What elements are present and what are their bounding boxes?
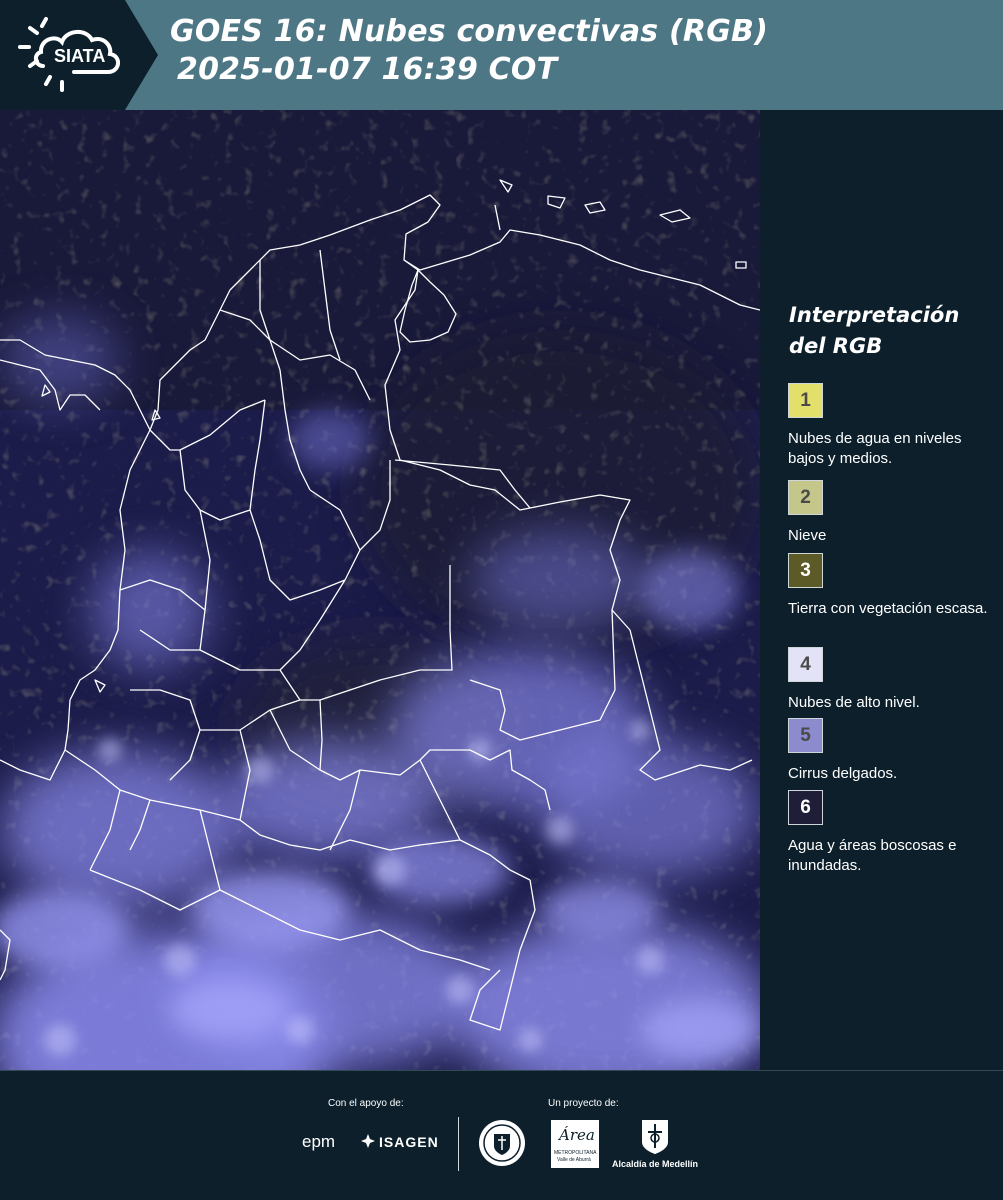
legend-title: Interpretación del RGB — [789, 300, 989, 362]
footer-divider — [458, 1117, 459, 1171]
legend-swatch: 4 — [788, 647, 823, 682]
header-bar: SIATA GOES 16: Nubes convectivas (RGB) 2… — [0, 0, 1003, 110]
area-metropolitana-sub1-text: METROPOLITANA — [554, 1150, 597, 1156]
medellin-seal-logo — [477, 1118, 527, 1168]
legend-item: 5 Cirrus delgados. — [788, 718, 998, 784]
legend-item: 2 Nieve — [788, 480, 998, 546]
legend-title-line1: Interpretación — [789, 303, 960, 327]
legend-label: Tierra con vegetación escasa. — [788, 600, 988, 617]
legend-swatch: 5 — [788, 718, 823, 753]
isagen-logo-icon — [360, 1133, 376, 1149]
project-label: Un proyecto de: — [548, 1098, 619, 1109]
legend-swatch: 2 — [788, 480, 823, 515]
legend-item: 4 Nubes de alto nivel. — [788, 647, 998, 713]
legend-label: Cirrus delgados. — [788, 765, 898, 782]
legend-panel: Interpretación del RGB 1 Nubes de agua e… — [770, 110, 1003, 1070]
legend-swatch: 1 — [788, 383, 823, 418]
area-metropolitana-main-text: Área — [559, 1126, 595, 1144]
legend-label: Nieve — [788, 527, 827, 544]
epm-logo: epm — [302, 1132, 336, 1151]
legend-item: 6 Agua y áreas boscosas e inundadas. — [788, 790, 998, 876]
footer: Con el apoyo de: Un proyecto de: epm ISA… — [0, 1070, 1003, 1200]
page: SIATA GOES 16: Nubes convectivas (RGB) 2… — [0, 0, 1003, 1200]
alcaldia-shield-icon — [640, 1118, 670, 1156]
satellite-map[interactable] — [0, 110, 760, 1070]
siata-logo-text: SIATA — [54, 46, 105, 66]
legend-item: 1 Nubes de agua en niveles bajos y medio… — [788, 383, 998, 469]
support-label: Con el apoyo de: — [328, 1098, 404, 1109]
area-metropolitana-sub2-text: Valle de Aburrá — [557, 1157, 591, 1163]
legend-swatch: 6 — [788, 790, 823, 825]
page-timestamp: 2025-01-07 16:39 COT — [177, 52, 558, 87]
alcaldia-logo: Alcaldía de Medellín — [612, 1159, 699, 1169]
area-metropolitana-logo: Área METROPOLITANA Valle de Aburrá — [551, 1120, 599, 1168]
legend-label: Nubes de agua en niveles bajos y medios. — [788, 430, 962, 467]
legend-label: Agua y áreas boscosas e inundadas. — [788, 837, 957, 874]
legend-swatch: 3 — [788, 553, 823, 588]
isagen-logo: ISAGEN — [379, 1134, 439, 1150]
legend-label: Nubes de alto nivel. — [788, 694, 920, 711]
legend-item: 3 Tierra con vegetación escasa. — [788, 553, 998, 619]
legend-title-line2: del RGB — [789, 334, 883, 358]
page-title: GOES 16: Nubes convectivas (RGB) — [170, 14, 769, 49]
siata-logo: SIATA — [0, 0, 160, 110]
